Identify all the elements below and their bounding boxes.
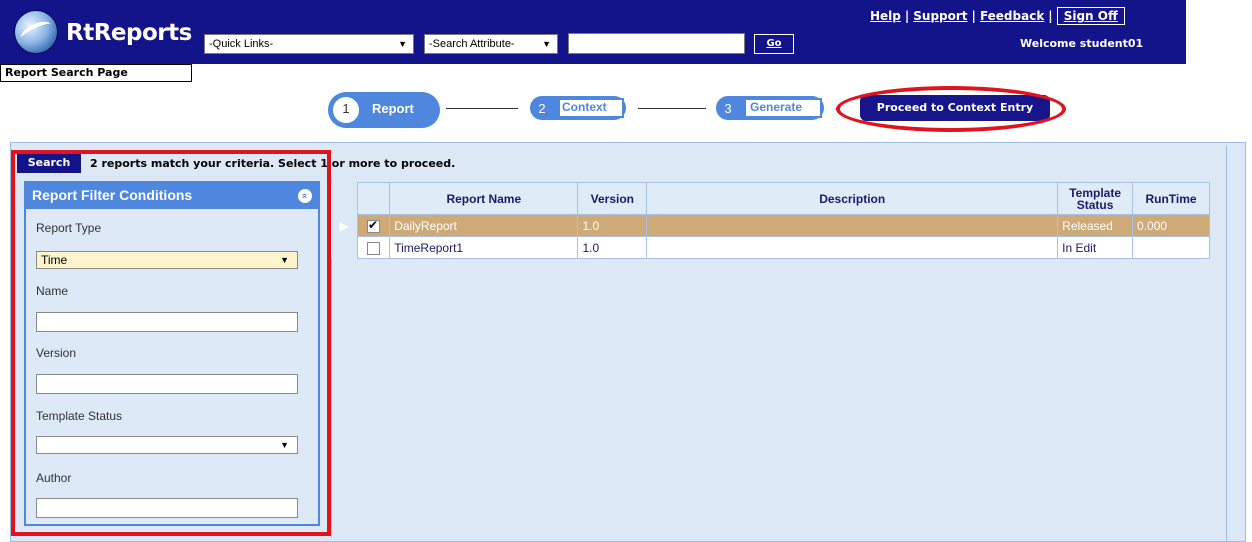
column-header-version[interactable]: Version xyxy=(577,182,648,215)
status-cell: In Edit xyxy=(1057,236,1134,259)
chevron-down-icon: ▼ xyxy=(542,39,551,49)
description-cell xyxy=(646,236,1059,259)
highlight-box xyxy=(11,150,331,536)
top-links: Help | Support | Feedback | Sign Off xyxy=(870,7,1170,25)
page-title: Report Search Page xyxy=(0,64,192,82)
step-number: 2 xyxy=(531,97,553,119)
step-number: 3 xyxy=(717,97,739,119)
go-button[interactable]: Go xyxy=(754,34,794,54)
table-row[interactable]: TimeReport1 1.0 In Edit xyxy=(331,236,1210,259)
step-label: Context xyxy=(562,100,607,114)
quick-links-select[interactable]: -Quick Links- ▼ xyxy=(204,34,414,54)
column-header-report-name[interactable]: Report Name xyxy=(389,182,579,215)
step-generate[interactable]: 3 Generate xyxy=(716,96,824,120)
quick-links-value: -Quick Links- xyxy=(209,38,274,50)
step-connector xyxy=(446,108,518,109)
support-link[interactable]: Support xyxy=(913,9,967,23)
step-label: Generate xyxy=(750,100,803,114)
search-attribute-select[interactable]: -Search Attribute- ▼ xyxy=(424,34,558,54)
row-checkbox[interactable] xyxy=(367,218,380,233)
top-banner: RtReports -Quick Links- ▼ -Search Attrib… xyxy=(0,0,1186,64)
help-link[interactable]: Help xyxy=(870,9,901,23)
step-number: 1 xyxy=(332,96,360,124)
status-cell: Released xyxy=(1057,214,1134,237)
column-header-description[interactable]: Description xyxy=(646,182,1059,215)
table-row[interactable]: ▶ DailyReport 1.0 Released 0.000 xyxy=(331,214,1210,237)
row-checkbox-cell[interactable] xyxy=(356,236,391,259)
row-checkbox[interactable] xyxy=(367,241,380,255)
column-header-template-status[interactable]: Template Status xyxy=(1057,182,1134,215)
version-cell: 1.0 xyxy=(577,214,648,237)
report-name-cell[interactable]: DailyReport xyxy=(389,214,579,237)
app-name: RtReports xyxy=(66,20,192,46)
column-header-runtime[interactable]: RunTime xyxy=(1132,182,1210,215)
proceed-to-context-button[interactable]: Proceed to Context Entry xyxy=(860,95,1050,121)
grid-header-row: Report Name Version Description Template… xyxy=(331,182,1210,215)
chevron-down-icon: ▼ xyxy=(398,39,407,49)
link-separator: | xyxy=(1048,9,1053,23)
link-separator: | xyxy=(971,9,976,23)
step-report[interactable]: 1 Report xyxy=(328,92,440,128)
sign-off-button[interactable]: Sign Off xyxy=(1056,7,1125,25)
report-grid: Report Name Version Description Template… xyxy=(331,182,1210,259)
search-attribute-value: -Search Attribute- xyxy=(429,38,515,50)
row-pointer-icon: ▶ xyxy=(331,214,358,237)
step-context[interactable]: 2 Context xyxy=(530,96,626,120)
description-cell xyxy=(646,214,1059,237)
link-separator: | xyxy=(904,9,910,23)
row-pointer-icon xyxy=(331,236,358,259)
select-column-header xyxy=(356,182,391,215)
welcome-text: Welcome student01 xyxy=(1020,37,1144,50)
feedback-link[interactable]: Feedback xyxy=(980,9,1044,23)
search-input[interactable] xyxy=(568,33,745,54)
report-name-cell[interactable]: TimeReport1 xyxy=(389,236,579,259)
step-connector xyxy=(638,108,706,109)
app-logo: RtReports xyxy=(10,6,192,58)
sign-off-link[interactable]: Sign Off xyxy=(1064,9,1118,23)
runtime-cell: 0.000 xyxy=(1132,214,1210,237)
panel-divider xyxy=(1226,146,1227,541)
version-cell: 1.0 xyxy=(577,236,648,259)
step-label: Report xyxy=(372,101,414,116)
row-checkbox-cell[interactable] xyxy=(356,214,391,237)
runtime-cell xyxy=(1132,236,1210,259)
pointer-column-header xyxy=(331,182,358,215)
